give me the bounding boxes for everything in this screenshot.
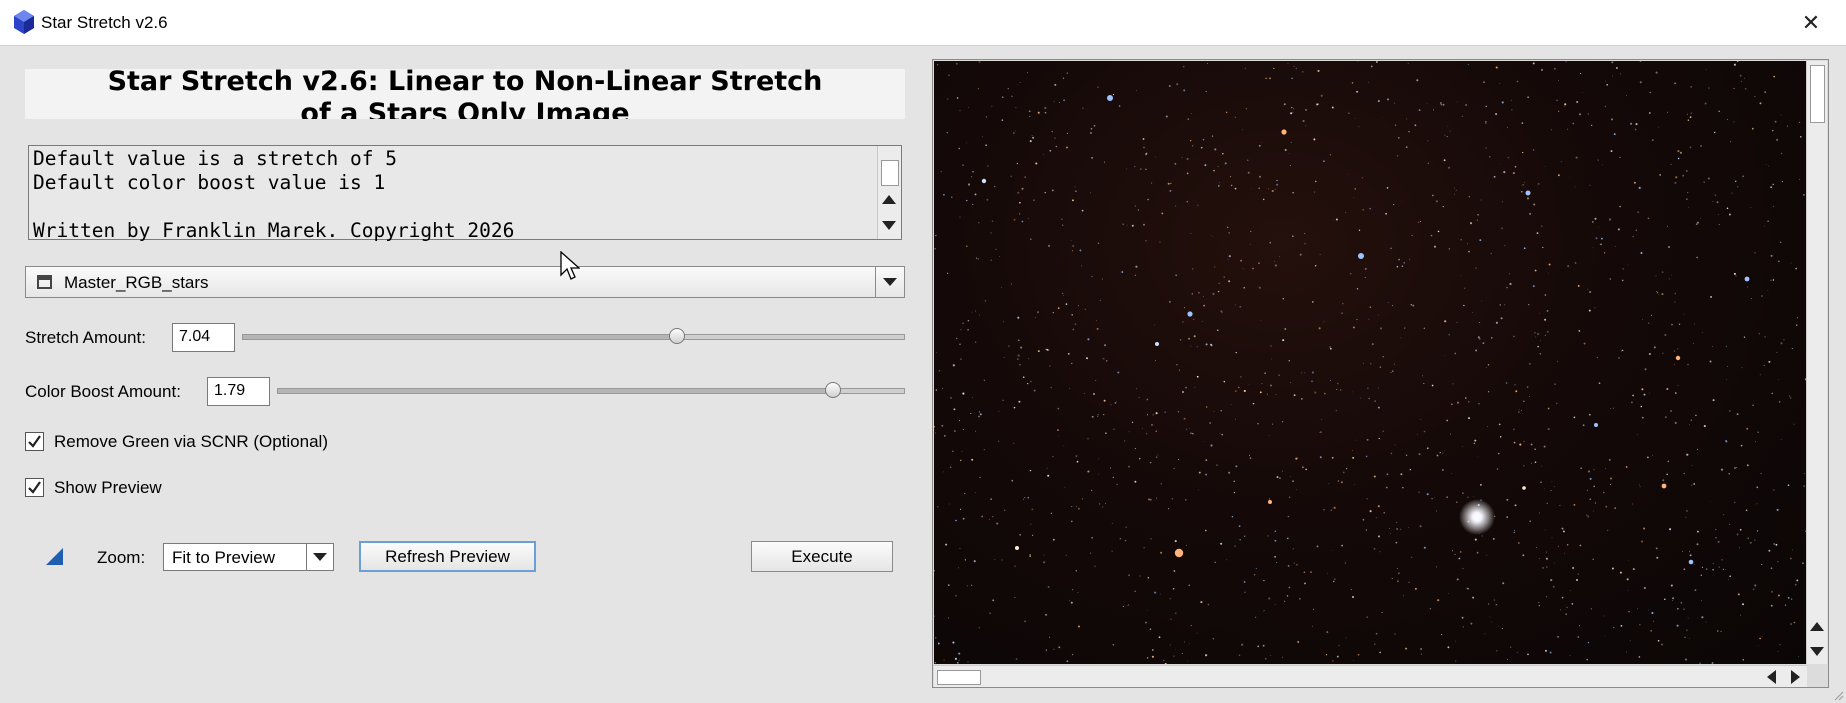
remove-green-checkbox[interactable]: [25, 432, 44, 451]
stretch-slider[interactable]: [242, 328, 905, 344]
scroll-right-icon[interactable]: [1791, 670, 1800, 684]
color-boost-slider-fill: [278, 389, 834, 393]
gem-icon: [14, 10, 34, 34]
chevron-down-icon: [883, 278, 897, 286]
mouse-cursor-icon: [560, 251, 580, 280]
preview-panel: [932, 59, 1829, 688]
preview-vscroll-thumb[interactable]: [1810, 65, 1825, 123]
preview-horizontal-scrollbar[interactable]: [934, 665, 1807, 687]
checkmark-icon: [28, 435, 41, 448]
color-boost-slider-handle[interactable]: [825, 382, 842, 398]
image-selector-value: Master_RGB_stars: [64, 273, 209, 292]
script-header: Star Stretch v2.6: Linear to Non-Linear …: [25, 69, 905, 119]
info-scrollbar[interactable]: [877, 146, 901, 239]
star-field-image: [934, 61, 1807, 664]
zoom-label: Zoom:: [97, 548, 146, 567]
stretch-slider-fill: [243, 335, 677, 339]
checkmark-icon: [28, 481, 41, 494]
color-boost-slider[interactable]: [277, 382, 905, 398]
color-boost-input[interactable]: 1.79: [207, 377, 270, 406]
refresh-preview-button[interactable]: Refresh Preview: [359, 541, 536, 572]
window-title: Star Stretch v2.6: [41, 13, 168, 32]
info-text: Default value is a stretch of 5 Default …: [33, 147, 515, 242]
show-preview-label[interactable]: Show Preview: [54, 478, 162, 498]
scroll-up-icon[interactable]: [1810, 622, 1824, 631]
scroll-up-icon[interactable]: [882, 195, 896, 204]
scroll-left-icon[interactable]: [1767, 670, 1776, 684]
script-title: Star Stretch v2.6: Linear to Non-Linear …: [107, 69, 823, 119]
image-selector[interactable]: Master_RGB_stars: [25, 266, 905, 298]
color-boost-label: Color Boost Amount:: [25, 382, 181, 401]
image-window-icon: [37, 275, 52, 289]
show-preview-checkbox[interactable]: [25, 478, 44, 497]
new-instance-icon[interactable]: [46, 548, 63, 565]
stretch-slider-handle[interactable]: [668, 328, 685, 344]
zoom-select-value: Fit to Preview: [172, 548, 275, 567]
remove-green-label[interactable]: Remove Green via SCNR (Optional): [54, 432, 328, 452]
preview-hscroll-thumb[interactable]: [937, 670, 981, 685]
title-bar: Star Stretch v2.6 ✕: [0, 0, 1846, 46]
execute-button[interactable]: Execute: [751, 541, 893, 572]
close-button[interactable]: ✕: [1776, 0, 1846, 45]
star-field-preview[interactable]: [934, 61, 1807, 664]
scroll-down-icon[interactable]: [1810, 647, 1824, 656]
info-scroll-thumb[interactable]: [881, 160, 899, 186]
zoom-select[interactable]: Fit to Preview: [163, 543, 334, 571]
preview-vertical-scrollbar[interactable]: [1806, 61, 1827, 664]
image-selector-dropdown[interactable]: [875, 267, 904, 297]
info-textbox[interactable]: Default value is a stretch of 5 Default …: [28, 145, 902, 242]
zoom-dropdown[interactable]: [306, 544, 333, 570]
resize-grip-icon[interactable]: [1832, 689, 1844, 701]
stretch-label: Stretch Amount:: [25, 328, 146, 347]
close-icon: ✕: [1801, 9, 1821, 35]
stretch-input[interactable]: 7.04: [172, 323, 235, 352]
chevron-down-icon: [313, 553, 327, 561]
scroll-down-icon[interactable]: [882, 221, 896, 230]
